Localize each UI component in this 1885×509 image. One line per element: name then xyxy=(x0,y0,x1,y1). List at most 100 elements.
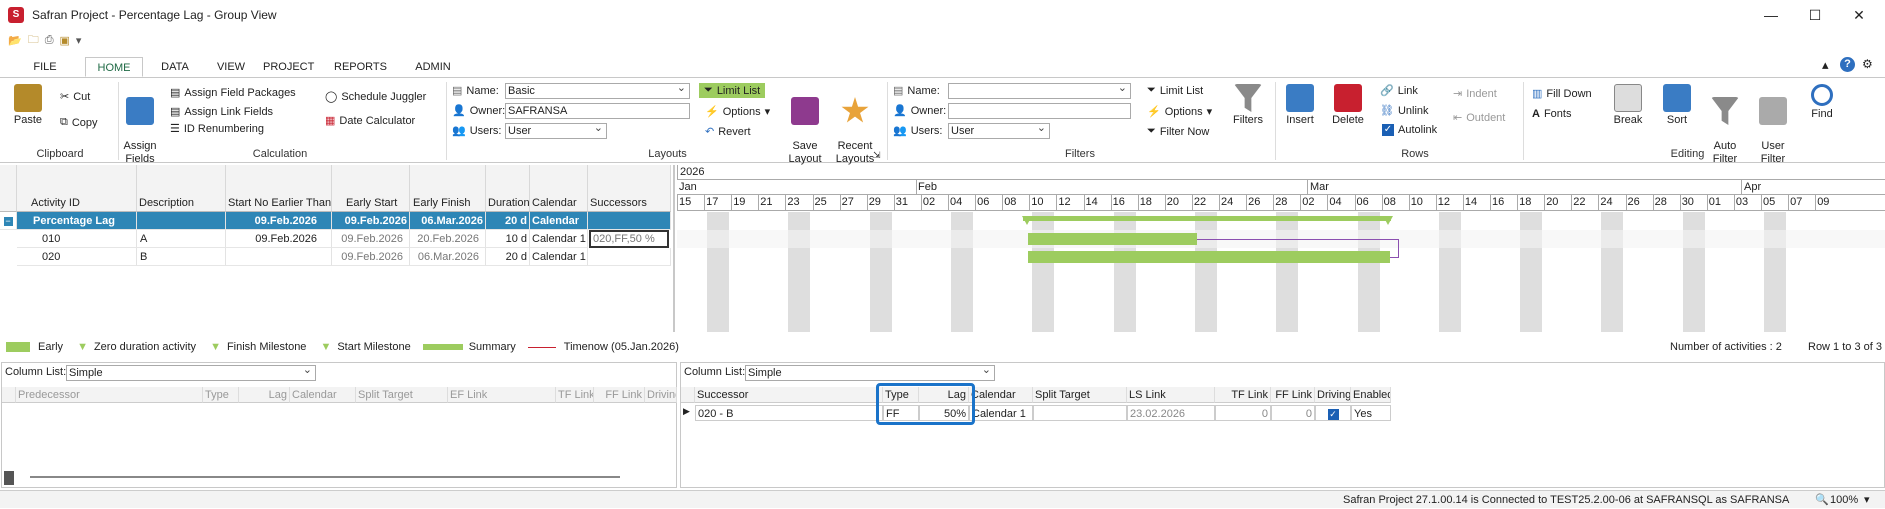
user-filter-button[interactable]: User Filter xyxy=(1753,84,1793,166)
succ-col-calendar[interactable]: Calendar xyxy=(969,387,1033,403)
succ-cell-successor[interactable]: 020 - B xyxy=(695,405,883,421)
col-description[interactable]: Description xyxy=(137,165,226,212)
collapse-ribbon-icon[interactable]: ▴ xyxy=(1822,57,1829,73)
open-folder-icon[interactable]: 📂 xyxy=(8,34,22,47)
succ-col-driving[interactable]: Driving xyxy=(1315,387,1351,403)
revert-button[interactable]: ↶ Revert xyxy=(705,125,751,139)
assign-link-fields-button[interactable]: ▤ Assign Link Fields xyxy=(170,105,273,119)
unlink-button[interactable]: ⛓ Unlink xyxy=(1380,104,1429,118)
succ-cell-ls-link[interactable]: 23.02.2026 xyxy=(1127,405,1215,421)
col-successors[interactable]: Successors xyxy=(588,165,671,212)
layout-limit-list-button[interactable]: ⏷ Limit List xyxy=(699,83,766,98)
pred-scroll-left[interactable] xyxy=(4,471,14,485)
pred-col-lag[interactable]: Lag xyxy=(239,387,290,403)
tab-admin[interactable]: ADMIN xyxy=(412,57,454,77)
filter-limit-list-button[interactable]: ⏷ Limit List xyxy=(1147,84,1203,97)
settings-icon[interactable]: ⚙ xyxy=(1862,57,1873,71)
table-row-010-succ[interactable]: 020,FF,50 % xyxy=(589,230,669,248)
tab-project[interactable]: PROJECT xyxy=(263,57,314,77)
col-activity-id[interactable]: Activity ID xyxy=(17,165,137,212)
assign-field-packages-button[interactable]: ▤ Assign Field Packages xyxy=(170,86,296,100)
tab-reports[interactable]: REPORTS xyxy=(334,57,387,77)
col-snet[interactable]: Start No Earlier Than xyxy=(226,165,332,212)
maximize-button[interactable]: ☐ xyxy=(1792,0,1838,30)
customize-qat-icon[interactable]: ▾ xyxy=(76,34,82,47)
table-row-020-desc[interactable]: B xyxy=(137,248,226,266)
outdent-button[interactable]: ⇤ Outdent xyxy=(1453,111,1505,125)
succ-cell-tf-link[interactable]: 0 xyxy=(1215,405,1271,421)
collapse-toggle[interactable]: − xyxy=(0,212,17,230)
dialog-launcher-icon[interactable]: ⇲ xyxy=(873,150,881,161)
table-row-010-snet[interactable]: 09.Feb.2026 xyxy=(226,230,332,248)
table-row-010-desc[interactable]: A xyxy=(137,230,226,248)
table-row-010-es[interactable]: 09.Feb.2026 xyxy=(332,230,410,248)
pred-col-split-target[interactable]: Split Target xyxy=(356,387,448,403)
export-icon[interactable]: ▣ xyxy=(60,34,70,47)
pred-col-calendar[interactable]: Calendar xyxy=(290,387,356,403)
col-early-start[interactable]: Early Start xyxy=(332,165,410,212)
filter-now-button[interactable]: ⏷ Filter Now xyxy=(1147,125,1209,138)
table-row-020-id[interactable]: 020 xyxy=(17,248,137,266)
activity-bar-020[interactable] xyxy=(1028,251,1390,263)
zoom-dropdown-icon[interactable]: ▾ xyxy=(1864,491,1870,509)
tab-home[interactable]: HOME xyxy=(85,57,143,77)
succ-col-ls-link[interactable]: LS Link xyxy=(1127,387,1215,403)
layout-options-button[interactable]: ⚡ Options ▾ xyxy=(705,105,770,119)
delete-button[interactable]: Delete xyxy=(1330,84,1366,127)
save-layout-button[interactable]: Save Layout xyxy=(785,84,825,166)
tab-view[interactable]: VIEW xyxy=(214,57,248,77)
table-row-010-dur[interactable]: 10 d xyxy=(486,230,530,248)
pred-col-tf-link[interactable]: TF Link xyxy=(556,387,594,403)
table-row-020-ef[interactable]: 06.Mar.2026 xyxy=(410,248,486,266)
pred-col-ff-link[interactable]: FF Link xyxy=(594,387,645,403)
filter-users-select[interactable]: User xyxy=(948,121,1050,139)
activity-bar-010[interactable] xyxy=(1028,233,1197,245)
driving-checkbox-icon[interactable]: ✓ xyxy=(1327,409,1339,420)
succ-col-enabled[interactable]: Enabled xyxy=(1351,387,1391,403)
assign-fields-button[interactable]: Assign Fields xyxy=(120,84,160,166)
find-button[interactable]: Find xyxy=(1805,84,1839,121)
succ-cell-driving[interactable]: ✓ xyxy=(1315,405,1351,421)
layout-name-select[interactable]: Basic xyxy=(505,81,690,99)
paste-button[interactable]: Paste xyxy=(10,84,46,127)
succ-cell-split-target[interactable] xyxy=(1033,405,1127,421)
succ-col-ff-link[interactable]: FF Link xyxy=(1271,387,1315,403)
table-row-summary-ef[interactable]: 06.Mar.2026 xyxy=(410,212,486,230)
table-row-020-cal[interactable]: Calendar 1 xyxy=(530,248,588,266)
filter-owner-field[interactable] xyxy=(948,103,1131,119)
tab-file[interactable]: FILE xyxy=(30,57,60,77)
succ-cell-enabled[interactable]: Yes xyxy=(1351,405,1391,421)
link-button[interactable]: 🔗 Link xyxy=(1380,84,1418,98)
pred-column-list-select[interactable]: Simple xyxy=(66,363,316,381)
help-icon[interactable]: ? xyxy=(1840,57,1855,72)
filter-name-select[interactable] xyxy=(948,81,1131,99)
print-icon[interactable]: ⎙ xyxy=(45,34,54,47)
col-duration[interactable]: Duration xyxy=(486,165,530,212)
col-calendar[interactable]: Calendar xyxy=(530,165,588,212)
succ-cell-calendar[interactable]: Calendar 1 xyxy=(969,405,1033,421)
table-row-010-id[interactable]: 010 xyxy=(17,230,137,248)
pred-col-ef-link[interactable]: EF Link xyxy=(448,387,556,403)
filters-button[interactable]: Filters xyxy=(1228,84,1268,127)
copy-button[interactable]: ⧉ Copy xyxy=(60,116,98,129)
table-row-summary-dur[interactable]: 20 d xyxy=(486,212,530,230)
tab-data[interactable]: DATA xyxy=(158,57,192,77)
summary-bar[interactable] xyxy=(1023,216,1391,221)
insert-button[interactable]: Insert xyxy=(1282,84,1318,127)
indent-button[interactable]: ⇥ Indent xyxy=(1453,87,1497,101)
table-row-020-snet[interactable] xyxy=(226,248,332,266)
succ-col-successor[interactable]: Successor xyxy=(695,387,883,403)
col-early-finish[interactable]: Early Finish xyxy=(410,165,486,212)
pred-horizontal-scrollbar[interactable] xyxy=(30,476,620,478)
schedule-juggler-button[interactable]: ◯ Schedule Juggler xyxy=(325,90,426,104)
sort-button[interactable]: Sort xyxy=(1660,84,1694,127)
pred-col-type[interactable]: Type xyxy=(203,387,239,403)
succ-col-split-target[interactable]: Split Target xyxy=(1033,387,1127,403)
table-row-summary-desc[interactable] xyxy=(137,212,226,230)
filter-options-button[interactable]: ⚡ Options ▾ xyxy=(1147,105,1212,119)
save-icon[interactable]: 🗀 xyxy=(28,31,39,50)
fonts-button[interactable]: A Fonts xyxy=(1532,108,1571,120)
minimize-button[interactable]: — xyxy=(1748,0,1794,30)
zoom-level[interactable]: 100% xyxy=(1830,491,1858,509)
table-row-summary-cal[interactable]: Calendar xyxy=(530,212,588,230)
